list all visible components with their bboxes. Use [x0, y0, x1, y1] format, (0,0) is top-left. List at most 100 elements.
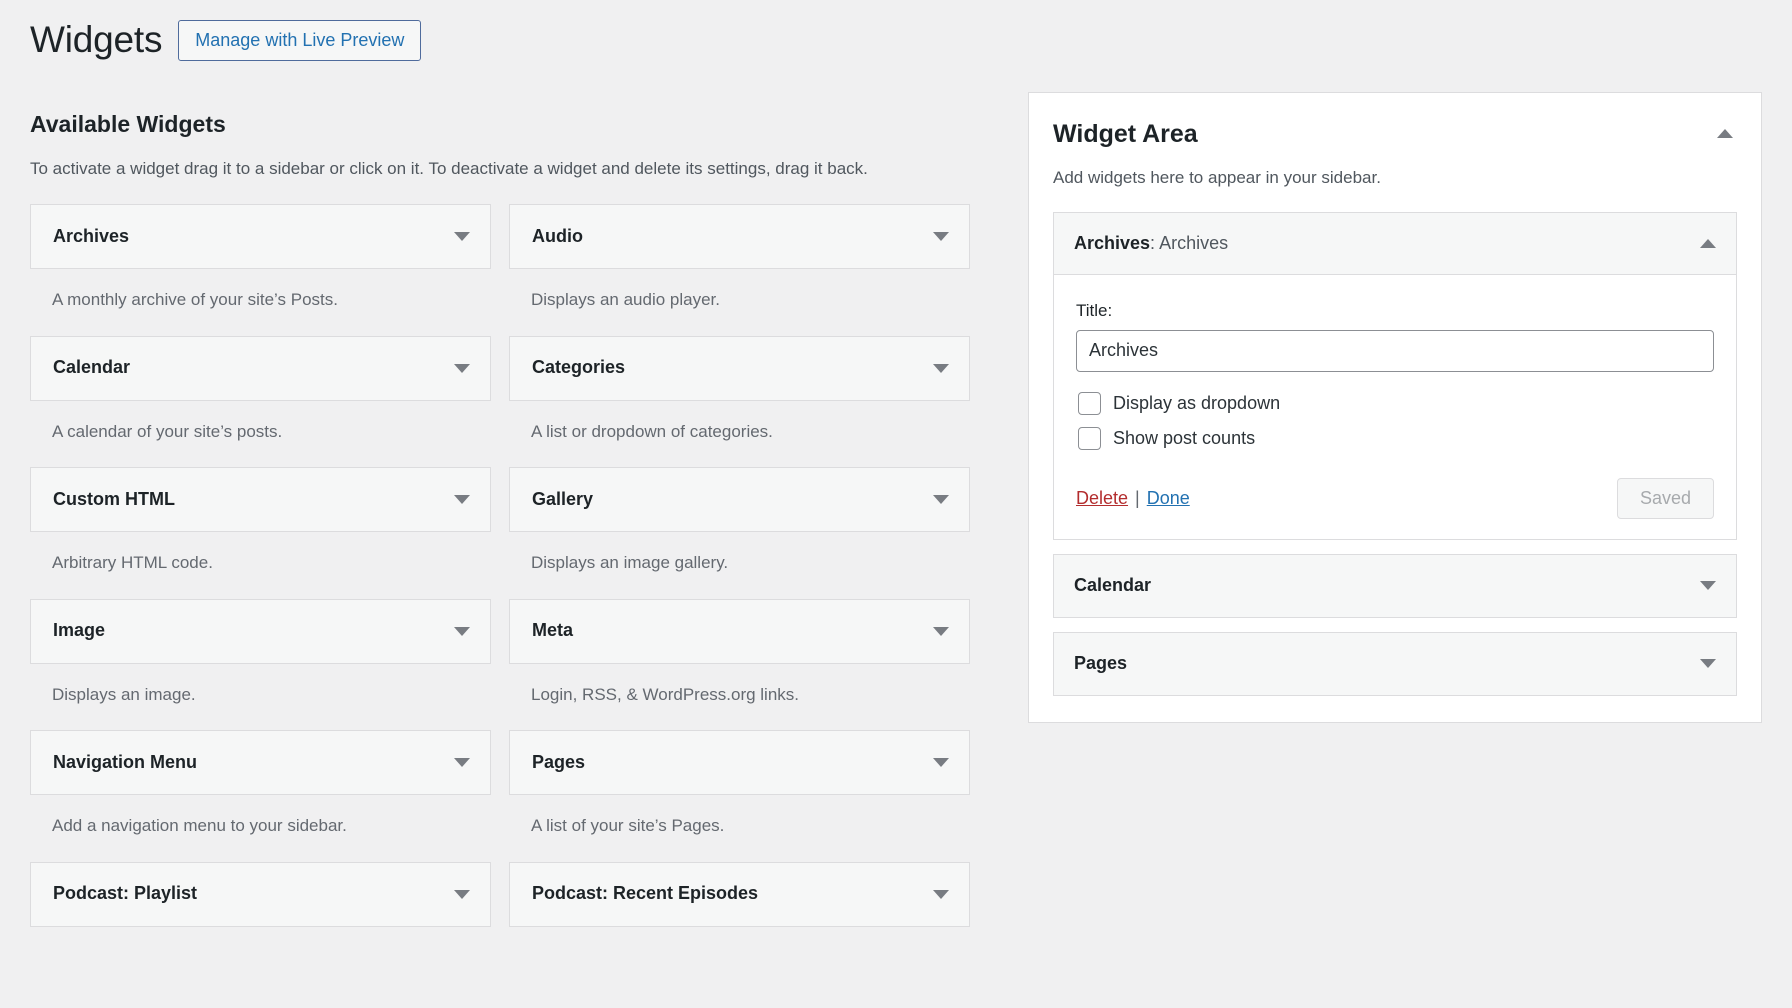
sidebar-widget: Pages — [1053, 632, 1737, 696]
available-widget-item: Audio Displays an audio player. — [509, 204, 970, 332]
available-widget-description — [30, 927, 491, 964]
available-widget-description: Add a navigation menu to your sidebar. — [30, 795, 491, 858]
available-widget-card[interactable]: Gallery — [509, 467, 970, 532]
available-widget-description: Displays an image gallery. — [509, 532, 970, 595]
chevron-down-icon[interactable] — [933, 890, 949, 899]
available-widget-card[interactable]: Podcast: Playlist — [30, 862, 491, 927]
available-widget-name: Podcast: Recent Episodes — [532, 883, 758, 905]
available-widget-name: Calendar — [53, 357, 130, 379]
widget-area-title: Widget Area — [1053, 119, 1198, 149]
available-widgets-description: To activate a widget drag it to a sideba… — [30, 156, 890, 182]
chevron-down-icon[interactable] — [454, 495, 470, 504]
available-widget-card[interactable]: Archives — [30, 204, 491, 269]
sidebar-widget-header[interactable]: Archives: Archives — [1054, 213, 1736, 275]
available-widget-description: A list of your site’s Pages. — [509, 795, 970, 858]
available-widgets-grid: ArchivesA monthly archive of your site’s… — [30, 204, 970, 968]
delete-link[interactable]: Delete — [1076, 488, 1128, 509]
sidebar-widget-title-separator: : — [1150, 233, 1159, 253]
widget-action-links: Delete | Done — [1076, 488, 1190, 509]
sidebar-widget-header[interactable]: Calendar — [1054, 555, 1736, 617]
available-widget-name: Podcast: Playlist — [53, 883, 197, 905]
available-widget-item: Image Displays an image. — [30, 599, 491, 727]
available-widgets-section: Available Widgets To activate a widget d… — [30, 110, 970, 968]
sidebar-widget: Calendar — [1053, 554, 1737, 618]
sidebar-widget-instance-title: Archives — [1159, 233, 1228, 253]
chevron-down-icon[interactable] — [933, 232, 949, 241]
available-widget-card[interactable]: Meta — [509, 599, 970, 664]
checkbox-row: Display as dropdown — [1076, 392, 1714, 415]
checkbox-label[interactable]: Display as dropdown — [1113, 393, 1280, 415]
chevron-down-icon[interactable] — [933, 627, 949, 636]
available-widget-item: Meta Login, RSS, & WordPress.org links. — [509, 599, 970, 727]
chevron-up-icon[interactable] — [1717, 129, 1733, 138]
available-widget-item: Navigation Menu Add a navigation menu to … — [30, 730, 491, 858]
chevron-down-icon[interactable] — [933, 495, 949, 504]
available-widget-name: Gallery — [532, 489, 593, 511]
available-widget-card[interactable]: Image — [30, 599, 491, 664]
chevron-down-icon[interactable] — [454, 232, 470, 241]
available-widget-name: Pages — [532, 752, 585, 774]
available-widget-card[interactable]: Categories — [509, 336, 970, 401]
page-title: Widgets — [30, 18, 162, 62]
available-widget-name: Archives — [53, 226, 129, 248]
checkbox-display-as-dropdown[interactable] — [1078, 392, 1101, 415]
available-widget-description — [509, 927, 970, 964]
checkbox-row: Show post counts — [1076, 427, 1714, 450]
checkbox-label[interactable]: Show post counts — [1113, 428, 1255, 450]
available-widget-card[interactable]: Audio — [509, 204, 970, 269]
available-widget-description: Login, RSS, & WordPress.org links. — [509, 664, 970, 727]
sidebar-widget-title: Pages — [1074, 653, 1127, 675]
available-widget-description: A calendar of your site’s posts. — [30, 401, 491, 464]
available-widget-card[interactable]: Calendar — [30, 336, 491, 401]
chevron-down-icon[interactable] — [933, 364, 949, 373]
manage-with-live-preview-button[interactable]: Manage with Live Preview — [178, 20, 421, 61]
done-link[interactable]: Done — [1147, 488, 1190, 509]
widget-area-header[interactable]: Widget Area — [1053, 119, 1737, 149]
chevron-up-icon[interactable] — [1700, 239, 1716, 248]
available-widget-card[interactable]: Pages — [509, 730, 970, 795]
sidebar-widget-body: Title:Display as dropdownShow post count… — [1054, 275, 1736, 539]
available-widget-card[interactable]: Navigation Menu — [30, 730, 491, 795]
available-widget-name: Image — [53, 620, 105, 642]
chevron-down-icon[interactable] — [1700, 659, 1716, 668]
chevron-down-icon[interactable] — [454, 627, 470, 636]
page-header: Widgets Manage with Live Preview — [30, 18, 421, 62]
action-separator: | — [1135, 488, 1140, 509]
chevron-down-icon[interactable] — [454, 890, 470, 899]
available-widget-item: Calendar A calendar of your site’s posts. — [30, 336, 491, 464]
sidebar-widget-name: Archives — [1074, 233, 1150, 253]
sidebar-widget-title: Archives: Archives — [1074, 233, 1228, 255]
widget-area-widget-list: Archives: Archives Title:Display as dropd… — [1053, 212, 1737, 696]
available-widget-name: Meta — [532, 620, 573, 642]
available-widget-name: Audio — [532, 226, 583, 248]
sidebar-widget-header[interactable]: Pages — [1054, 633, 1736, 695]
checkbox-show-post-counts[interactable] — [1078, 427, 1101, 450]
available-widget-item: Podcast: Recent Episodes — [509, 862, 970, 964]
available-widget-name: Categories — [532, 357, 625, 379]
chevron-down-icon[interactable] — [1700, 581, 1716, 590]
title-input[interactable] — [1076, 330, 1714, 372]
chevron-down-icon[interactable] — [933, 758, 949, 767]
available-widget-description: Arbitrary HTML code. — [30, 532, 491, 595]
chevron-down-icon[interactable] — [454, 364, 470, 373]
available-widget-description: Displays an image. — [30, 664, 491, 727]
available-widget-item: Gallery Displays an image gallery. — [509, 467, 970, 595]
available-widget-name: Navigation Menu — [53, 752, 197, 774]
available-widget-name: Custom HTML — [53, 489, 175, 511]
available-widget-item: Categories A list or dropdown of categori… — [509, 336, 970, 464]
sidebar-widget: Archives: Archives Title:Display as dropd… — [1053, 212, 1737, 540]
widgets-admin-page: Widgets Manage with Live Preview Availab… — [0, 0, 1792, 1008]
widget-actions: Delete | Done Saved — [1076, 478, 1714, 519]
available-widget-card[interactable]: Podcast: Recent Episodes — [509, 862, 970, 927]
available-widget-item: ArchivesA monthly archive of your site’s… — [30, 204, 491, 332]
save-button[interactable]: Saved — [1617, 478, 1714, 519]
sidebar-widget-name: Pages — [1074, 653, 1127, 673]
sidebar-widget-name: Calendar — [1074, 575, 1151, 595]
chevron-down-icon[interactable] — [454, 758, 470, 767]
widget-area-panel: Widget Area Add widgets here to appear i… — [1028, 92, 1762, 723]
available-widget-card[interactable]: Custom HTML — [30, 467, 491, 532]
widget-area-description: Add widgets here to appear in your sideb… — [1053, 166, 1737, 190]
available-widget-description: A list or dropdown of categories. — [509, 401, 970, 464]
available-widget-item: Custom HTML Arbitrary HTML code. — [30, 467, 491, 595]
available-widget-description: Displays an audio player. — [509, 269, 970, 332]
